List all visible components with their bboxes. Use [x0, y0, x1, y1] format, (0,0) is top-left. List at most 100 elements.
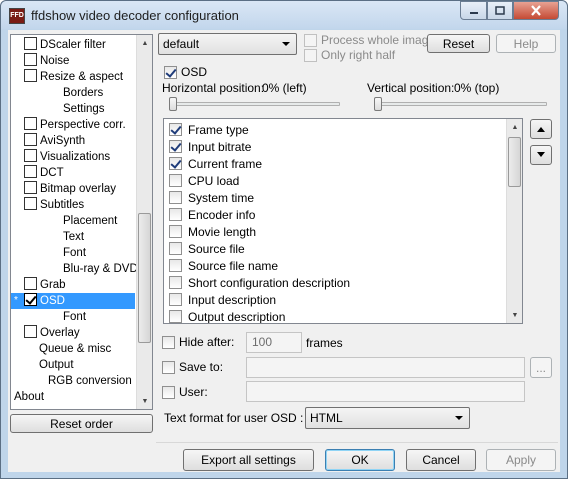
tree-item-checkbox[interactable]: [24, 133, 37, 146]
scroll-down-arrow-icon[interactable]: ▼: [137, 393, 152, 409]
osd-list-item[interactable]: CPU load: [169, 172, 239, 189]
move-up-button[interactable]: [530, 119, 552, 139]
reset-order-button[interactable]: Reset order: [10, 414, 153, 433]
save-to-input[interactable]: [246, 357, 525, 378]
checkbox-box[interactable]: [169, 225, 182, 238]
osd-items-list[interactable]: Output description Input description Short…: [163, 118, 523, 324]
tree-item-checkbox[interactable]: [24, 149, 37, 162]
user-checkbox[interactable]: User:: [162, 385, 208, 399]
osd-list-scroll-thumb[interactable]: [508, 137, 521, 187]
osd-list-item-label: Source file name: [188, 258, 279, 273]
reset-button[interactable]: Reset: [427, 34, 490, 53]
checkbox-box-checked[interactable]: [169, 123, 182, 136]
tree-item[interactable]: Queue & misc: [39, 341, 111, 357]
scroll-up-arrow-icon[interactable]: ▲: [507, 119, 522, 135]
tree-item[interactable]: Grab: [24, 277, 66, 293]
tree-scroll-thumb[interactable]: [138, 213, 151, 343]
tree-item[interactable]: Output: [39, 357, 74, 373]
tree-item[interactable]: Overlay: [24, 325, 80, 341]
osd-list-item[interactable]: Source file: [169, 240, 245, 257]
tree-item[interactable]: Text: [63, 229, 84, 245]
checkbox-box-checked[interactable]: [169, 140, 182, 153]
tree-item-checkbox[interactable]: [24, 165, 37, 178]
checkbox-box[interactable]: [169, 310, 182, 323]
tree-item[interactable]: Placement: [63, 213, 117, 229]
minimize-button[interactable]: [460, 1, 487, 20]
tree-item[interactable]: RGB conversion: [48, 373, 132, 389]
tree-item[interactable]: Blu-ray & DVD: [63, 261, 138, 277]
scroll-down-arrow-icon[interactable]: ▼: [507, 307, 522, 323]
osd-list-item[interactable]: Output description: [169, 308, 285, 323]
osd-list-item[interactable]: Encoder info: [169, 206, 255, 223]
tree-item[interactable]: AviSynth: [24, 133, 85, 149]
checkbox-box[interactable]: [169, 293, 182, 306]
osd-list-scrollbar[interactable]: ▲ ▼: [506, 119, 522, 323]
horizontal-slider-thumb[interactable]: [169, 97, 177, 111]
tree-item-checkbox[interactable]: [24, 117, 37, 130]
ok-button[interactable]: OK: [325, 449, 395, 471]
tree-item[interactable]: Bitmap overlay: [24, 181, 116, 197]
tree-item-checkbox[interactable]: [24, 37, 37, 50]
tree-item[interactable]: DScaler filter: [24, 37, 106, 53]
maximize-button[interactable]: [487, 1, 513, 20]
apply-button[interactable]: Apply: [486, 449, 556, 471]
tree-item[interactable]: Perspective corr.: [24, 117, 126, 133]
text-format-combobox[interactable]: HTML: [305, 407, 470, 429]
checkbox-box[interactable]: [169, 259, 182, 272]
vertical-slider-track[interactable]: [375, 102, 547, 106]
checkbox-box[interactable]: [169, 174, 182, 187]
only-right-half-checkbox[interactable]: Only right half: [304, 48, 395, 62]
osd-list-item[interactable]: Frame type: [169, 121, 249, 138]
title-bar[interactable]: FFD ffdshow video decoder configuration: [1, 1, 567, 29]
vertical-slider-thumb[interactable]: [374, 97, 382, 111]
tree-item-checkbox[interactable]: [24, 69, 37, 82]
tree-scrollbar[interactable]: ▲ ▼: [136, 35, 152, 409]
hide-after-checkbox[interactable]: Hide after:: [162, 335, 234, 349]
osd-list-item[interactable]: Current frame: [169, 155, 262, 172]
tree-item[interactable]: Subtitles: [24, 197, 84, 213]
browse-button[interactable]: ...: [530, 357, 552, 378]
move-down-button[interactable]: [530, 145, 552, 165]
cancel-button[interactable]: Cancel: [406, 449, 476, 471]
osd-list-item[interactable]: Source file name: [169, 257, 278, 274]
checkbox-box-checked[interactable]: [169, 157, 182, 170]
tree-item[interactable]: Resize & aspect: [24, 69, 123, 85]
text-format-label: Text format for user OSD :: [164, 411, 304, 425]
tree-item[interactable]: DCT: [24, 165, 64, 181]
filter-tree[interactable]: About RGB conversion Output Queue & misc Ove…: [10, 34, 153, 410]
tree-item[interactable]: * OSD: [11, 293, 135, 309]
tree-item-checkbox[interactable]: [24, 197, 37, 210]
tree-item[interactable]: Font: [63, 245, 86, 261]
tree-item[interactable]: Visualizations: [24, 149, 110, 165]
osd-list-item[interactable]: Movie length: [169, 223, 256, 240]
tree-item[interactable]: Font: [63, 309, 86, 325]
osd-list-item[interactable]: Input bitrate: [169, 138, 251, 155]
hide-after-input[interactable]: 100: [246, 332, 302, 353]
osd-enable-checkbox[interactable]: OSD: [164, 65, 207, 79]
close-button[interactable]: [513, 1, 559, 20]
tree-item-checkbox[interactable]: [24, 325, 37, 338]
tree-item-checkbox[interactable]: [24, 53, 37, 66]
help-button[interactable]: Help: [496, 34, 556, 53]
checkbox-box[interactable]: [169, 242, 182, 255]
tree-item-checkbox[interactable]: [24, 181, 37, 194]
preset-combobox[interactable]: default: [158, 33, 297, 55]
save-to-checkbox[interactable]: Save to:: [162, 360, 223, 374]
tree-item-checkbox[interactable]: [24, 277, 37, 290]
user-input[interactable]: [246, 381, 525, 402]
osd-list-item[interactable]: Short configuration description: [169, 274, 350, 291]
tree-item[interactable]: Noise: [24, 53, 69, 69]
osd-list-item[interactable]: Input description: [169, 291, 276, 308]
checkbox-box[interactable]: [169, 208, 182, 221]
checkbox-box[interactable]: [169, 191, 182, 204]
tree-item[interactable]: Settings: [63, 101, 105, 117]
tree-item-checkbox[interactable]: [24, 293, 37, 306]
export-all-settings-button[interactable]: Export all settings: [183, 449, 314, 471]
scroll-up-arrow-icon[interactable]: ▲: [137, 35, 152, 51]
horizontal-slider-track[interactable]: [170, 102, 340, 106]
tree-item[interactable]: Borders: [63, 85, 103, 101]
checkbox-box[interactable]: [169, 276, 182, 289]
osd-list-item[interactable]: System time: [169, 189, 254, 206]
process-whole-image-checkbox[interactable]: Process whole image: [304, 33, 435, 47]
tree-item[interactable]: About: [14, 389, 44, 405]
